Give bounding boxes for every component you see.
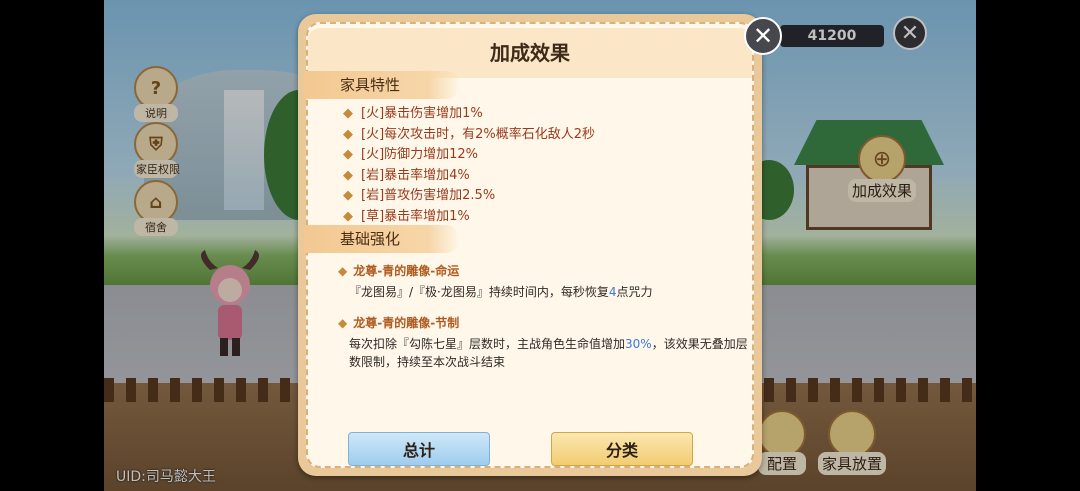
category-button[interactable]: 分类 bbox=[551, 432, 693, 466]
list-item: ◆ [岩]普攻伤害增加2.5% bbox=[343, 188, 496, 203]
enhancement-desc: 『龙图易』/『极·龙图易』持续时间内，每秒恢复4点咒力 bbox=[349, 285, 653, 299]
dialog-close-button[interactable]: ✕ bbox=[744, 17, 782, 55]
enhancement-name: ◆ 龙尊-青的雕像-节制 bbox=[338, 316, 460, 330]
enhancement-desc: 每次扣除『勾陈七星』层数时，主战角色生命值增加30%，该效果无叠加层数限制，持续… bbox=[349, 337, 748, 369]
diamond-bullet-icon: ◆ bbox=[338, 316, 348, 330]
trait-list: ◆ [火]暴击伤害增加1% ◆ [火]每次攻击时，有2%概率石化敌人2秒 ◆ [火]防… bbox=[343, 104, 595, 227]
enhancement-item: ◆ 龙尊-青的雕像-命运 『龙图易』/『极·龙图易』持续时间内，每秒恢复4点咒力 bbox=[338, 262, 748, 301]
list-item: ◆ [火]暴击伤害增加1% bbox=[343, 106, 483, 121]
total-button[interactable]: 总计 bbox=[348, 432, 490, 466]
list-item: ◆ [岩]暴击率增加4% bbox=[343, 167, 470, 183]
enhancement-name: ◆ 龙尊-青的雕像-命运 bbox=[338, 264, 460, 278]
list-item: ◆ [火]防御力增加12% bbox=[343, 147, 479, 162]
enhancement-item: ◆ 龙尊-青的雕像-节制 每次扣除『勾陈七星』层数时，主战角色生命值增加30%，该… bbox=[338, 314, 748, 371]
diamond-bullet-icon: ◆ bbox=[343, 106, 353, 121]
diamond-bullet-icon: ◆ bbox=[343, 126, 353, 142]
section-furniture-traits: 家具特性 bbox=[304, 71, 460, 99]
list-item: ◆ [草]暴击率增加1% bbox=[343, 208, 470, 224]
diamond-bullet-icon: ◆ bbox=[343, 167, 353, 183]
section-base-enhancement: 基础强化 bbox=[304, 225, 460, 253]
diamond-bullet-icon: ◆ bbox=[338, 264, 348, 278]
list-item: ◆ [火]每次攻击时，有2%概率石化敌人2秒 bbox=[343, 126, 596, 142]
diamond-bullet-icon: ◆ bbox=[343, 147, 353, 162]
diamond-bullet-icon: ◆ bbox=[343, 188, 353, 203]
diamond-bullet-icon: ◆ bbox=[343, 208, 353, 224]
